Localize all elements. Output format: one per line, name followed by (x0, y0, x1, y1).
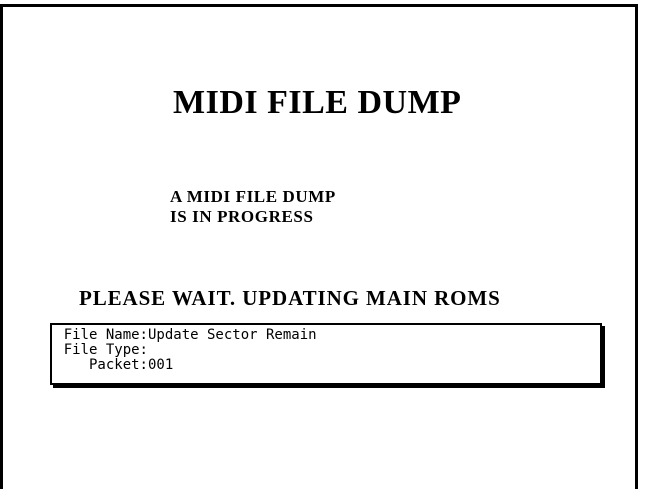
status-message: A MIDI FILE DUMP IS IN PROGRESS (170, 187, 336, 227)
file-name-label: File Name: (63, 327, 148, 343)
status-line-1: A MIDI FILE DUMP (170, 187, 336, 206)
file-info-box: File Name: Update Sector Remain File Type… (50, 323, 602, 385)
status-line-2: IS IN PROGRESS (170, 207, 314, 226)
packet-row: Packet: 001 (58, 358, 600, 373)
file-name-row: File Name: Update Sector Remain (58, 328, 600, 343)
screen-title: MIDI FILE DUMP (173, 84, 462, 121)
wait-message: PLEASE WAIT. UPDATING MAIN ROMS (79, 286, 501, 310)
packet-label: Packet: (88, 357, 148, 373)
lcd-screen: MIDI FILE DUMP A MIDI FILE DUMP IS IN PR… (0, 4, 638, 489)
file-type-label: File Type: (63, 342, 148, 358)
file-type-row: File Type: (58, 343, 600, 358)
packet-value: 001 (148, 357, 174, 373)
file-name-value: Update Sector Remain (148, 327, 317, 343)
